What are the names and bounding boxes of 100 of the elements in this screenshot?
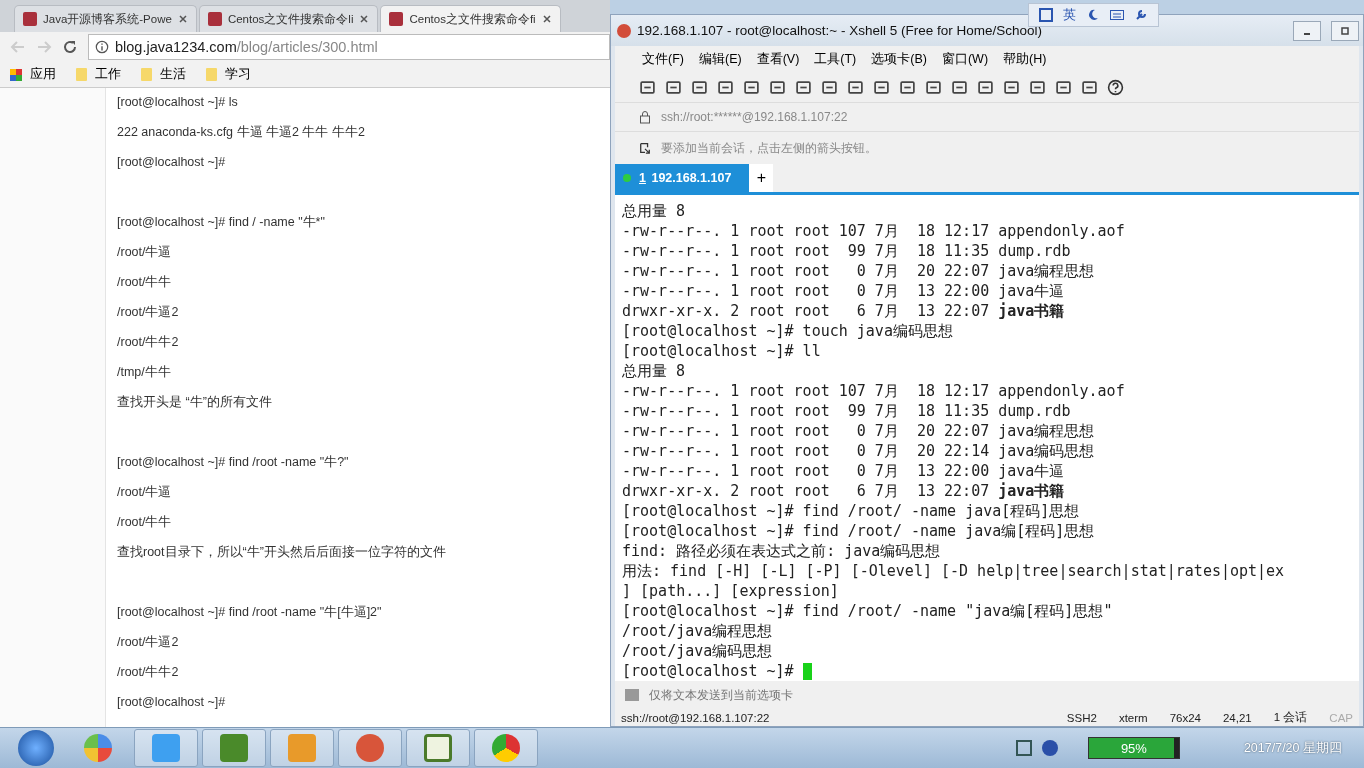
menu-item[interactable]: 窗口(W) (941, 50, 989, 68)
toolbar-tool-icon[interactable] (951, 78, 968, 96)
article-line: [root@localhost ~]# find /root -name "牛?" (117, 454, 350, 471)
browser-tab[interactable]: Centos之文件搜索命令fi (380, 5, 561, 32)
toolbar-tool-icon[interactable] (1029, 78, 1046, 96)
toolbar-tool-icon[interactable] (847, 78, 864, 96)
ime-logo-icon (1039, 8, 1053, 22)
folder-icon (141, 68, 152, 81)
tab-title: Java开源博客系统-Powe (43, 11, 172, 27)
article-line: /tmp/牛牛 (117, 364, 172, 381)
terminal-line: -rw-r--r--. 1 root root 107 7月 18 12:17 appendonly.aof (622, 221, 1126, 241)
article-line: [root@localhost ~]# (117, 154, 227, 171)
blog-logo-icon (207, 12, 222, 26)
apps-grid-icon (10, 68, 22, 81)
terminal-size: 76x24 (1169, 711, 1201, 724)
tab-title: Centos之文件搜索命令fi (409, 11, 536, 27)
menu-item[interactable]: 选项卡(B) (871, 50, 927, 68)
toolbar-tool-icon[interactable] (639, 78, 656, 96)
menu-item[interactable]: 工具(T) (814, 50, 857, 68)
bookmark-item[interactable]: 学习 (206, 66, 251, 83)
tab-title: Centos之文件搜索命令li (227, 11, 354, 27)
toolbar-tool-icon[interactable] (899, 78, 916, 96)
toolbar-tool-icon[interactable] (925, 78, 942, 96)
article-line: /root/牛牛2 (117, 334, 180, 351)
address-bar[interactable]: blog.java1234.com/blog/articles/300.html (88, 34, 610, 60)
browser-tab[interactable]: Java开源博客系统-Powe (14, 5, 197, 32)
toolbar-tool-icon[interactable] (665, 78, 682, 96)
toolbar-tool-icon[interactable] (821, 78, 838, 96)
arrow-icon[interactable] (639, 141, 651, 155)
new-tab-button[interactable]: + (749, 164, 774, 192)
close-icon[interactable] (177, 14, 188, 24)
close-icon[interactable] (541, 14, 552, 24)
maximize-button[interactable] (1331, 20, 1359, 41)
menu-item[interactable]: 文件(F) (642, 50, 684, 68)
terminal-line: -rw-r--r--. 1 root root 99 7月 18 11:35 dump.rdb (622, 241, 1072, 261)
article-line: /root/牛逼 (117, 244, 173, 261)
toolbar-tool-icon[interactable] (769, 78, 786, 96)
menu-item[interactable]: 帮助(H) (1003, 50, 1047, 68)
terminal-line: [root@localhost ~]# find /root/ -name java[程码]思想 (622, 501, 1081, 521)
cursor-position: 24,21 (1222, 711, 1252, 724)
app-logo-icon (617, 23, 631, 38)
compose-field[interactable]: 仅将文本发送到当前选项卡 (615, 681, 1359, 709)
start-button[interactable] (18, 730, 54, 766)
terminal-line: /root/java编码思想 (622, 641, 774, 661)
browser-tab[interactable]: Centos之文件搜索命令li (198, 5, 379, 32)
blog-logo-icon (23, 12, 37, 26)
bookmark-item[interactable]: 生活 (141, 66, 186, 83)
terminal-line: [root@localhost ~]# ll (622, 341, 822, 361)
wrench-icon[interactable] (1134, 9, 1148, 21)
toolbar-tool-icon[interactable] (1081, 78, 1098, 96)
terminal-line: 总用量 8 (622, 201, 687, 221)
ime-tray-icon[interactable] (1015, 740, 1032, 756)
terminal-line: [root@localhost ~]# (622, 661, 1359, 681)
terminal-line: drwxr-xr-x. 2 root root 6 7月 13 22:07 java书籍 (622, 481, 1066, 501)
article-line: [root@localhost ~]# find /root -name "牛[牛逼]2" (117, 604, 383, 621)
article-line: 222 anaconda-ks.cfg 牛逼 牛逼2 牛牛 牛牛2 (117, 124, 366, 141)
terminal-line: -rw-r--r--. 1 root root 0 7月 20 22:07 java编程思想 (622, 421, 1096, 441)
article-line: [root@localhost ~]# (117, 694, 227, 711)
minimize-button[interactable] (1293, 20, 1321, 41)
session-count: 1 会话 (1273, 710, 1308, 725)
ime-language[interactable]: 英 (1063, 6, 1076, 24)
toolbar-tool-icon[interactable] (743, 78, 760, 96)
toolbar-tool-icon[interactable] (717, 78, 734, 96)
session-tab[interactable]: 1 192.168.1.107 (615, 164, 750, 192)
terminal[interactable] (615, 195, 1359, 681)
toolbar-tool-icon[interactable] (691, 78, 708, 96)
terminal-line: -rw-r--r--. 1 root root 99 7月 18 11:35 dump.rdb (622, 401, 1072, 421)
toolbar-tool-icon[interactable] (873, 78, 890, 96)
menu-item[interactable]: 查看(V) (756, 50, 800, 68)
help-icon[interactable] (1041, 740, 1058, 756)
bookmark-item[interactable]: 工作 (76, 66, 121, 83)
toolbar-tool-icon[interactable] (1055, 78, 1072, 96)
toolbar-tool-icon[interactable] (977, 78, 994, 96)
battery-meter: 95% (1087, 737, 1180, 759)
article-line: 查找root目录下，所以“牛”开头然后后面接一位字符的文件 (117, 544, 447, 561)
bookmark-item[interactable]: 应用 (10, 66, 56, 83)
terminal-line: 用法: find [-H] [-L] [-P] [-Olevel] [-D help|tree|search|stat|rates|opt|ex (622, 561, 1286, 581)
connection-status: ssh://root@192.168.1.107:22 (621, 711, 771, 724)
toolbar-tool-icon[interactable] (1003, 78, 1020, 96)
window-title: 192.168.1.107 - root@localhost:~ - Xshell 5 (Free for Home/School) (637, 23, 1044, 38)
terminal-line: 总用量 8 (622, 361, 687, 381)
close-icon[interactable] (359, 14, 370, 24)
info-icon (95, 40, 109, 54)
terminal-line: -rw-r--r--. 1 root root 0 7月 20 22:07 java编程思想 (622, 261, 1096, 281)
protocol-status: SSH2 (1066, 711, 1097, 724)
terminal-line: [root@localhost ~]# find /root/ -name java编[程码]思想 (622, 521, 1096, 541)
terminal-line: -rw-r--r--. 1 root root 0 7月 13 22:00 java牛逼 (622, 281, 1066, 301)
reload-icon[interactable] (62, 39, 78, 55)
keyboard-icon[interactable] (1110, 9, 1124, 21)
menu-item[interactable]: 编辑(E) (698, 50, 742, 68)
folder-icon (206, 68, 217, 81)
toolbar-tool-icon[interactable] (795, 78, 812, 96)
cursor-icon (802, 662, 812, 680)
terminal-line: [root@localhost ~]# touch java编码思想 (622, 321, 954, 341)
compose-input[interactable]: 仅将文本发送到当前选项卡 (647, 687, 1359, 703)
compose-icon (625, 689, 639, 701)
moon-icon[interactable] (1086, 9, 1100, 21)
article-line: /root/牛牛 (117, 274, 173, 291)
hint-text: 要添加当前会话，点击左侧的箭头按钮。 (661, 139, 877, 157)
help-icon[interactable] (1107, 78, 1124, 96)
